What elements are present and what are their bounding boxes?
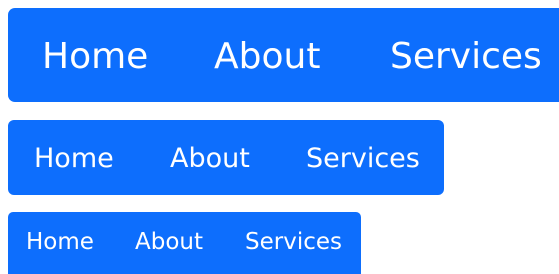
nav-link-services[interactable]: Services [306, 145, 420, 172]
nav-link-about[interactable]: About [170, 145, 250, 172]
navbar-large: Home About Services [8, 8, 559, 102]
nav-link-home[interactable]: Home [34, 145, 114, 172]
nav-link-about[interactable]: About [135, 231, 203, 254]
navbar-medium: Home About Services [8, 120, 444, 195]
nav-link-services[interactable]: Services [245, 231, 342, 254]
nav-link-services[interactable]: Services [390, 39, 542, 75]
navbar-small: Home About Services [8, 212, 361, 274]
nav-link-home[interactable]: Home [26, 231, 94, 254]
nav-link-home[interactable]: Home [42, 39, 148, 75]
nav-link-about[interactable]: About [214, 39, 320, 75]
